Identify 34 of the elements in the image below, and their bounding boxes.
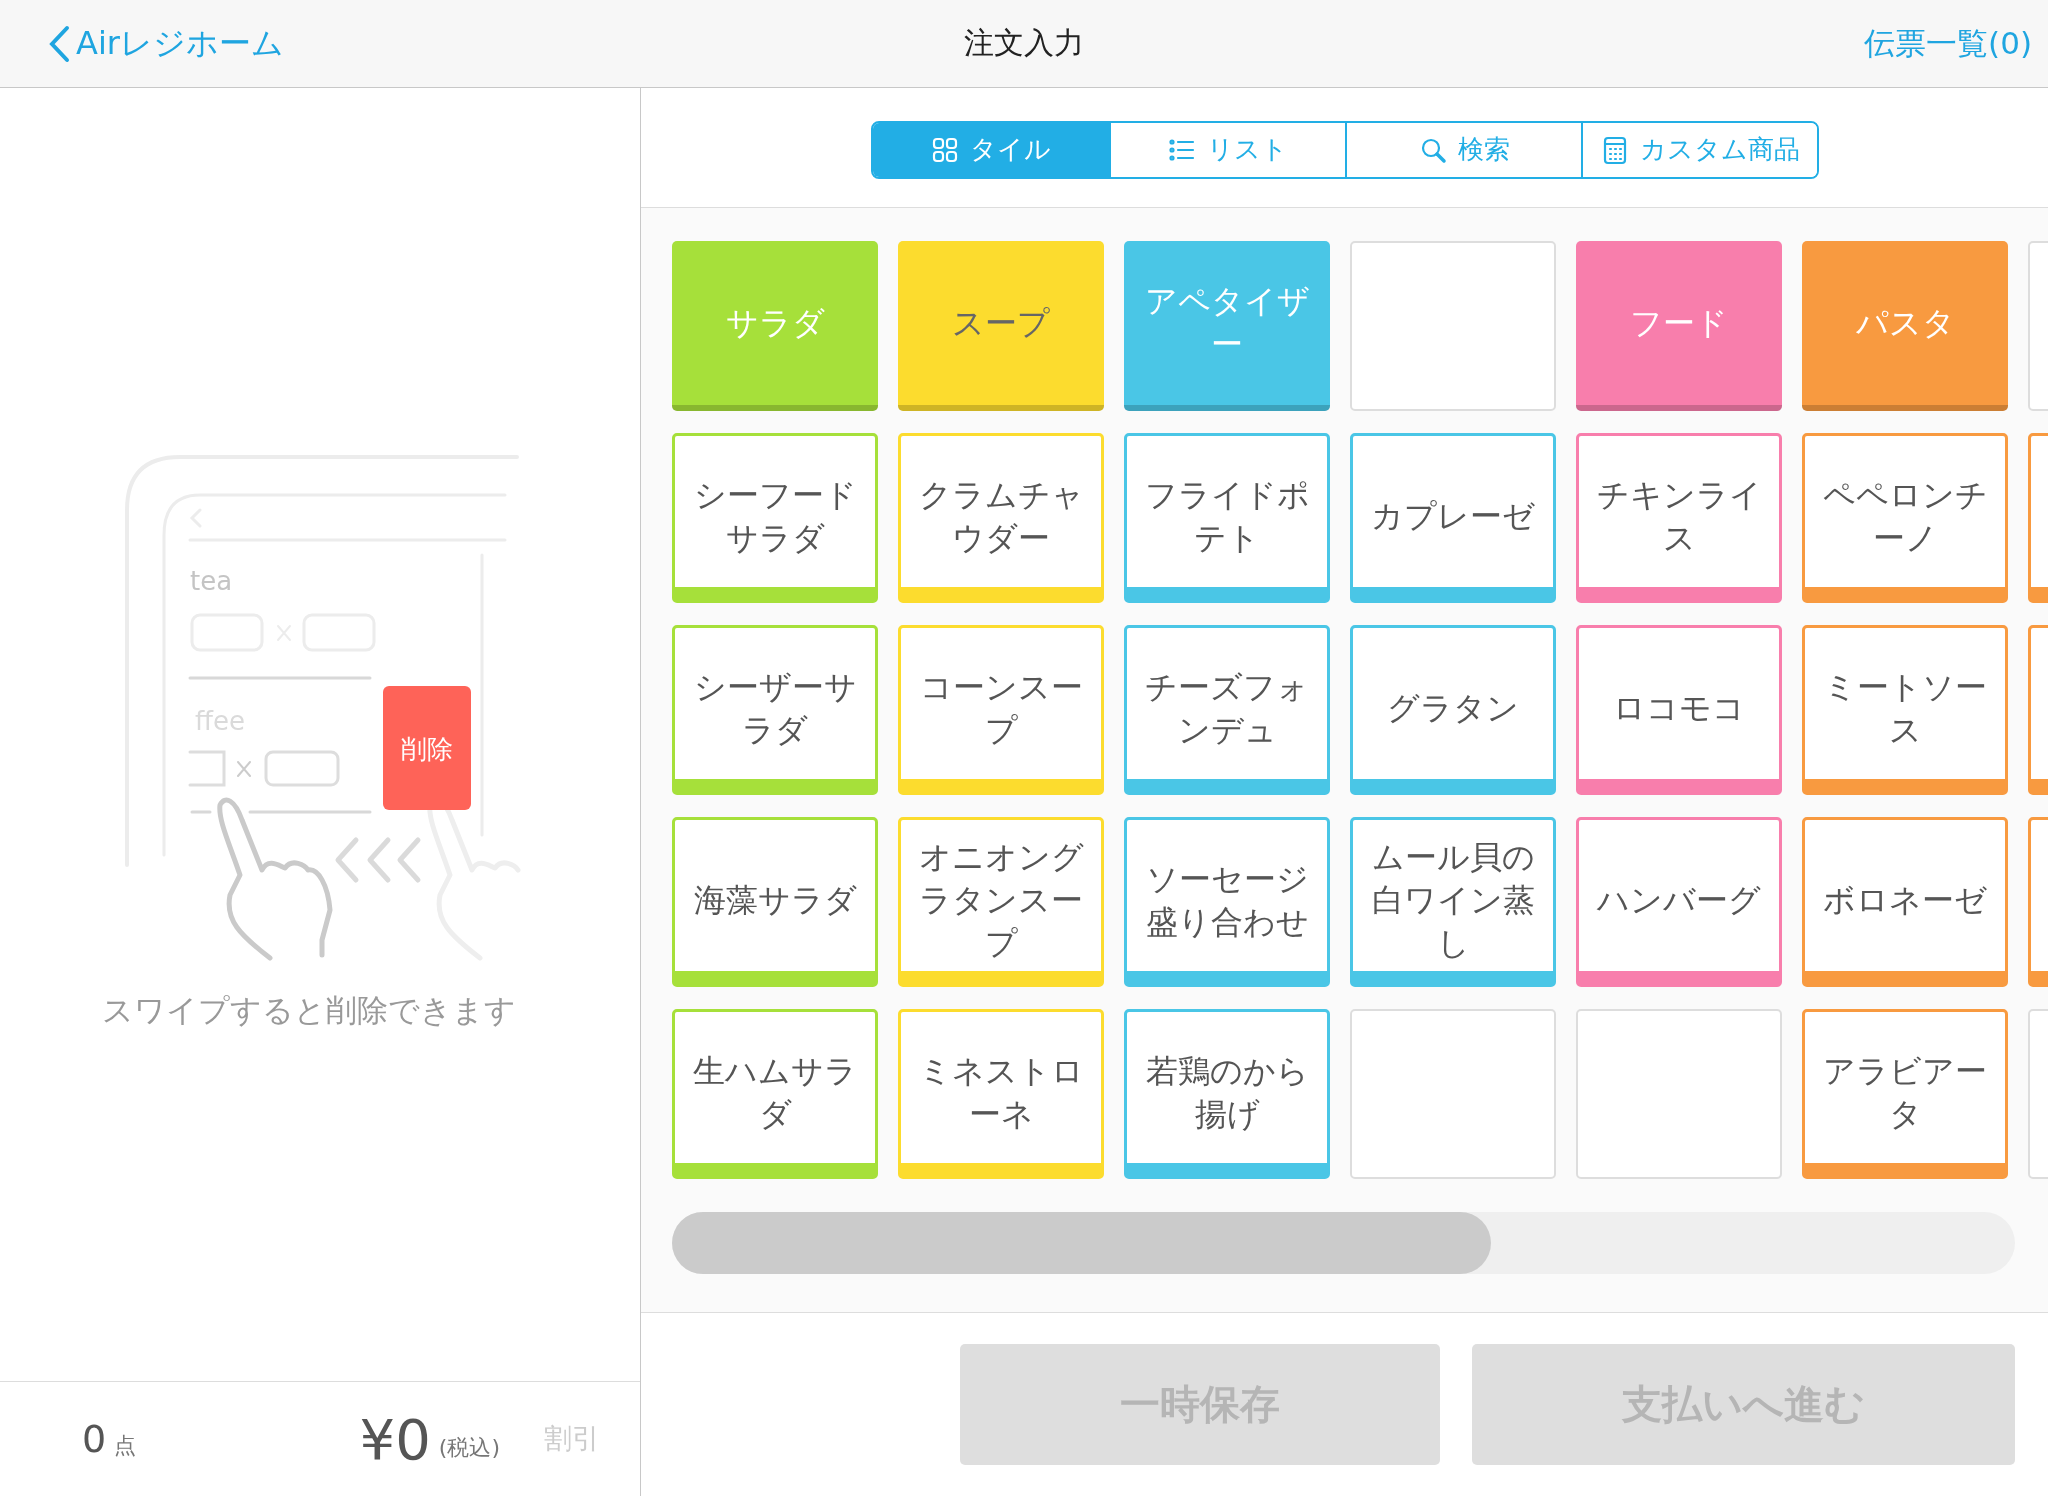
menu-item-tile[interactable]: クラムチャウダー (898, 433, 1104, 603)
empty-tile[interactable] (1350, 241, 1556, 411)
count-unit: 点 (114, 1432, 137, 1460)
menu-item-tile[interactable]: シーザーサラダ (672, 625, 878, 795)
menu-item-tile[interactable]: ミネストローネ (898, 1009, 1104, 1179)
total-amount: ¥0 (359, 1406, 431, 1472)
menu-item-tile[interactable]: ムール貝の白ワイン蒸し (1350, 817, 1556, 987)
empty-tile[interactable] (1576, 1009, 1782, 1179)
menu-item-tile[interactable]: アラビアータ (1802, 1009, 2008, 1179)
menu-item-tile[interactable]: 若鶏のから揚げ (1124, 1009, 1330, 1179)
tax-note: (税込) (438, 1434, 500, 1462)
sample-item-label: tea (190, 566, 233, 596)
swipe-hint-text: スワイプすると削除できます (102, 991, 516, 1030)
menu-item-tile[interactable]: ソーセージ盛り合わせ (1124, 817, 1330, 987)
item-count: 0 (82, 1417, 107, 1461)
menu-item-tile[interactable]: オニオングラタンスープ (898, 817, 1104, 987)
menu-item-tile[interactable]: コーンスープ (898, 625, 1104, 795)
menu-item-tile[interactable]: 生ハムサラダ (672, 1009, 878, 1179)
menu-item-tile[interactable]: フライドポテト (1124, 433, 1330, 603)
menu-item-tile[interactable]: 海藻サラダ (672, 817, 878, 987)
menu-item-tile[interactable]: ボロネーゼ (1802, 817, 2008, 987)
menu-item-tile[interactable]: シーフードサラダ (672, 433, 878, 603)
menu-item-tile[interactable]: ペペロンチーノ (1802, 433, 2008, 603)
empty-tile[interactable] (1350, 1009, 1556, 1179)
menu-item-tile[interactable]: グラタン (1350, 625, 1556, 795)
back-chevron-icon (48, 24, 70, 63)
menu-item-tile[interactable]: チーズフォンデュ (1124, 625, 1330, 795)
menu-item-tile[interactable]: ハンバーグ (1576, 817, 1782, 987)
menu-item-tile[interactable]: ミートソース (1802, 625, 2008, 795)
menu-item-tile[interactable]: カプレーゼ (1350, 433, 1556, 603)
menu-item-tile[interactable]: ロコモコ (1576, 625, 1782, 795)
screen-title: 注文入力 (964, 25, 1084, 60)
category-tile[interactable]: スープ (898, 241, 1104, 411)
menu-item-tile[interactable]: チキンライス (1576, 433, 1782, 603)
